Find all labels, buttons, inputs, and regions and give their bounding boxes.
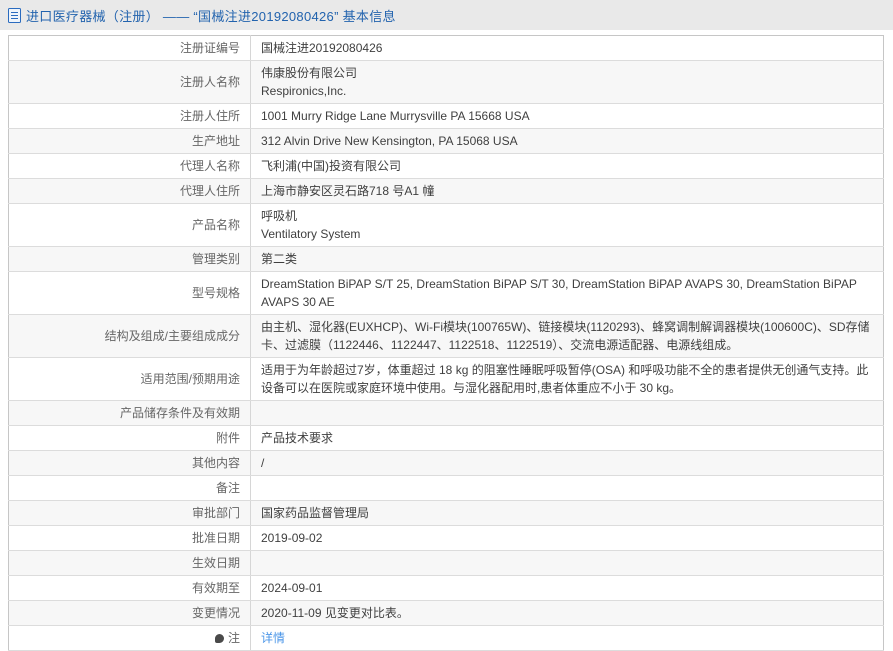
table-row: 其他内容 / — [9, 451, 884, 476]
row-value-line: DreamStation BiPAP S/T 25, DreamStation … — [261, 275, 873, 311]
page-title: 进口医疗器械（注册） —— “国械注进20192080426” 基本信息 — [26, 6, 396, 25]
row-value: 产品技术要求 — [251, 426, 884, 451]
table-row: 批准日期 2019-09-02 — [9, 526, 884, 551]
row-value-line: 呼吸机 — [261, 207, 873, 225]
row-label: 注册人名称 — [9, 61, 251, 104]
row-label: 管理类别 — [9, 247, 251, 272]
row-label: 有效期至 — [9, 576, 251, 601]
row-value: 伟康股份有限公司Respironics,Inc. — [251, 61, 884, 104]
table-row: 结构及组成/主要组成成分由主机、湿化器(EUXHCP)、Wi-Fi模块(1007… — [9, 315, 884, 358]
table-row: 有效期至 2024-09-01 — [9, 576, 884, 601]
row-label: 审批部门 — [9, 501, 251, 526]
row-value-line: Ventilatory System — [261, 225, 873, 243]
row-value-empty — [261, 479, 873, 497]
row-value-line: 2019-09-02 — [261, 529, 873, 547]
row-value-empty — [261, 404, 873, 422]
row-value-line: 飞利浦(中国)投资有限公司 — [261, 157, 873, 175]
row-value-line: 312 Alvin Drive New Kensington, PA 15068… — [261, 132, 873, 150]
page-header: 进口医疗器械（注册） —— “国械注进20192080426” 基本信息 — [0, 0, 893, 30]
row-label: 生效日期 — [9, 551, 251, 576]
row-value-line: 第二类 — [261, 250, 873, 268]
row-value-line: 1001 Murry Ridge Lane Murrysville PA 156… — [261, 107, 873, 125]
details-link[interactable]: 详情 — [261, 631, 285, 645]
table-row: 生效日期 — [9, 551, 884, 576]
row-value: 适用于为年龄超过7岁，体重超过 18 kg 的阻塞性睡眠呼吸暂停(OSA) 和呼… — [251, 358, 884, 401]
row-value: 1001 Murry Ridge Lane Murrysville PA 156… — [251, 104, 884, 129]
document-icon — [8, 8, 21, 23]
row-label: 变更情况 — [9, 601, 251, 626]
row-label: 生产地址 — [9, 129, 251, 154]
row-value-line: 上海市静安区灵石路718 号A1 幢 — [261, 182, 873, 200]
row-label: 批准日期 — [9, 526, 251, 551]
row-value-line: 国械注进20192080426 — [261, 39, 873, 57]
row-value: 由主机、湿化器(EUXHCP)、Wi-Fi模块(100765W)、链接模块(11… — [251, 315, 884, 358]
row-value: 第二类 — [251, 247, 884, 272]
row-value: 国械注进20192080426 — [251, 36, 884, 61]
table-row: 备注 — [9, 476, 884, 501]
row-label: 产品储存条件及有效期 — [9, 401, 251, 426]
info-table-body: 注册证编号国械注进20192080426注册人名称伟康股份有限公司Respiro… — [9, 36, 884, 651]
row-value: 312 Alvin Drive New Kensington, PA 15068… — [251, 129, 884, 154]
table-row: 生产地址 312 Alvin Drive New Kensington, PA 1… — [9, 129, 884, 154]
row-label: 型号规格 — [9, 272, 251, 315]
row-label: 注 — [9, 626, 251, 651]
table-row: 管理类别第二类 — [9, 247, 884, 272]
row-value-line: 伟康股份有限公司 — [261, 64, 873, 82]
row-value: DreamStation BiPAP S/T 25, DreamStation … — [251, 272, 884, 315]
table-row: 附件产品技术要求 — [9, 426, 884, 451]
row-value-line: 2024-09-01 — [261, 579, 873, 597]
row-value-line: 产品技术要求 — [261, 429, 873, 447]
row-label: 附件 — [9, 426, 251, 451]
row-value-empty — [261, 554, 873, 572]
row-label: 结构及组成/主要组成成分 — [9, 315, 251, 358]
table-row: 注册人名称伟康股份有限公司Respironics,Inc. — [9, 61, 884, 104]
table-row: 审批部门国家药品监督管理局 — [9, 501, 884, 526]
table-row: 注详情 — [9, 626, 884, 651]
table-row: 代理人名称飞利浦(中国)投资有限公司 — [9, 154, 884, 179]
row-value — [251, 551, 884, 576]
row-value: 呼吸机Ventilatory System — [251, 204, 884, 247]
row-value: 飞利浦(中国)投资有限公司 — [251, 154, 884, 179]
table-row: 型号规格 DreamStation BiPAP S/T 25, DreamStat… — [9, 272, 884, 315]
row-label: 适用范围/预期用途 — [9, 358, 251, 401]
info-table: 注册证编号国械注进20192080426注册人名称伟康股份有限公司Respiro… — [8, 35, 884, 651]
table-row: 注册证编号国械注进20192080426 — [9, 36, 884, 61]
row-value-line: 2020-11-09 见变更对比表。 — [261, 604, 873, 622]
table-row: 变更情况 2020-11-09 见变更对比表。 — [9, 601, 884, 626]
row-value — [251, 476, 884, 501]
row-value: / — [251, 451, 884, 476]
row-value: 2020-11-09 见变更对比表。 — [251, 601, 884, 626]
row-value-line: 国家药品监督管理局 — [261, 504, 873, 522]
row-label: 其他内容 — [9, 451, 251, 476]
row-value-line: / — [261, 454, 873, 472]
row-value: 2024-09-01 — [251, 576, 884, 601]
row-value-line: Respironics,Inc. — [261, 82, 873, 100]
row-value-line: 由主机、湿化器(EUXHCP)、Wi-Fi模块(100765W)、链接模块(11… — [261, 318, 873, 354]
row-value-line: 适用于为年龄超过7岁，体重超过 18 kg 的阻塞性睡眠呼吸暂停(OSA) 和呼… — [261, 361, 873, 397]
table-row: 适用范围/预期用途适用于为年龄超过7岁，体重超过 18 kg 的阻塞性睡眠呼吸暂… — [9, 358, 884, 401]
note-icon — [215, 634, 224, 643]
row-value: 国家药品监督管理局 — [251, 501, 884, 526]
row-value — [251, 401, 884, 426]
table-row: 产品储存条件及有效期 — [9, 401, 884, 426]
row-label: 代理人名称 — [9, 154, 251, 179]
row-label: 代理人住所 — [9, 179, 251, 204]
table-row: 注册人住所 1001 Murry Ridge Lane Murrysville P… — [9, 104, 884, 129]
row-value: 详情 — [251, 626, 884, 651]
row-value: 2019-09-02 — [251, 526, 884, 551]
table-row: 代理人住所上海市静安区灵石路718 号A1 幢 — [9, 179, 884, 204]
row-label: 注册人住所 — [9, 104, 251, 129]
table-row: 产品名称呼吸机Ventilatory System — [9, 204, 884, 247]
row-label: 注册证编号 — [9, 36, 251, 61]
row-label: 备注 — [9, 476, 251, 501]
row-label: 产品名称 — [9, 204, 251, 247]
row-value: 上海市静安区灵石路718 号A1 幢 — [251, 179, 884, 204]
